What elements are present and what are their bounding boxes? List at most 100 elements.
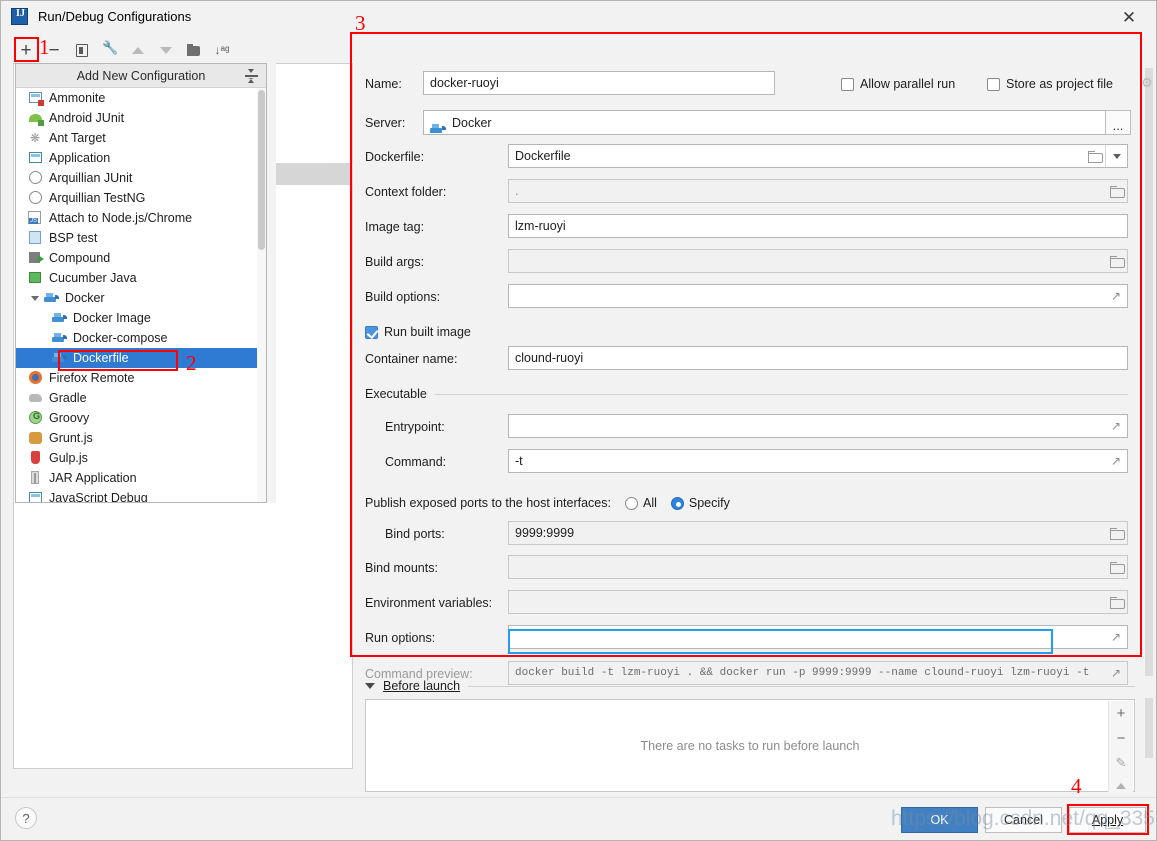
before-launch-remove-button[interactable]: − [1111, 730, 1131, 747]
run-options-expand-icon[interactable]: ↗ [1105, 626, 1127, 648]
configuration-type-item[interactable]: Groovy [16, 408, 266, 428]
configuration-type-item[interactable]: Docker Image [16, 308, 266, 328]
ok-button[interactable]: OK [901, 807, 978, 833]
bind-mounts-input[interactable] [508, 555, 1128, 579]
copy-configuration-button[interactable] [69, 38, 95, 62]
ammonite-icon [28, 90, 44, 106]
sort-configurations-button[interactable]: ↓ᵃᶢ [209, 38, 235, 62]
bind-ports-input[interactable]: 9999:9999 [508, 521, 1128, 545]
configuration-type-item[interactable]: Ammonite [16, 88, 266, 108]
new-folder-button[interactable] [181, 38, 207, 62]
collapse-expand-icon[interactable] [245, 68, 259, 84]
store-as-project-file-box[interactable] [987, 77, 1000, 91]
context-folder-browse-icon[interactable] [1105, 180, 1127, 202]
server-value: Docker [452, 115, 492, 130]
server-browse-button[interactable]: ... [1105, 110, 1131, 135]
publish-specify-radio-dot[interactable] [670, 496, 684, 510]
groovy-icon [28, 410, 44, 426]
command-expand-icon[interactable]: ↗ [1105, 450, 1127, 472]
build-options-expand-icon[interactable]: ↗ [1105, 285, 1127, 307]
popup-scrollbar-thumb[interactable] [258, 90, 265, 250]
publish-all-radio[interactable]: All [624, 496, 657, 510]
dockerfile-history-arrow[interactable] [1105, 145, 1127, 167]
configuration-type-item[interactable]: BSP test [16, 228, 266, 248]
configuration-type-item[interactable]: Arquillian JUnit [16, 168, 266, 188]
jar-icon [28, 470, 44, 486]
configuration-type-item[interactable]: Firefox Remote [16, 368, 266, 388]
configuration-type-item[interactable]: Android JUnit [16, 108, 266, 128]
name-input[interactable]: docker-ruoyi [423, 71, 775, 95]
allow-parallel-run-box[interactable] [841, 77, 854, 91]
apply-button[interactable]: Apply [1069, 807, 1146, 833]
name-value: docker-ruoyi [430, 76, 499, 90]
bsp-test-icon [28, 230, 44, 246]
dockerfile-input[interactable]: Dockerfile [508, 144, 1128, 168]
publish-specify-radio[interactable]: Specify [670, 496, 730, 510]
popup-scrollbar[interactable] [257, 88, 266, 502]
before-launch-header[interactable]: Before launch [365, 679, 1135, 693]
command-input[interactable]: -t ↗ [508, 449, 1128, 473]
allow-parallel-run-checkbox[interactable]: Allow parallel run [841, 72, 955, 96]
configuration-type-item[interactable]: Grunt.js [16, 428, 266, 448]
configuration-type-item[interactable]: ❋ Ant Target [16, 128, 266, 148]
tree-scrollbar[interactable] [267, 63, 276, 503]
run-built-image-box[interactable] [365, 325, 378, 339]
configuration-type-item[interactable]: Gulp.js [16, 448, 266, 468]
environment-variables-input[interactable] [508, 590, 1128, 614]
build-options-input[interactable]: ↗ [508, 284, 1128, 308]
dockerfile-browse-icon[interactable] [1083, 145, 1105, 167]
editor-scrollbar-thumb[interactable] [1145, 68, 1153, 676]
configuration-type-list[interactable]: Ammonite Android JUnit ❋ Ant Target Applicat… [16, 88, 266, 502]
configuration-type-item[interactable]: Attach to Node.js/Chrome [16, 208, 266, 228]
entrypoint-expand-icon[interactable]: ↗ [1105, 415, 1127, 437]
firefox-icon [28, 370, 44, 386]
move-down-button[interactable] [153, 38, 179, 62]
configuration-type-label: Attach to Node.js/Chrome [49, 211, 193, 225]
configuration-type-item[interactable]: Application [16, 148, 266, 168]
build-args-input[interactable] [508, 249, 1128, 273]
chevron-down-icon[interactable] [365, 683, 375, 689]
entrypoint-input[interactable]: ↗ [508, 414, 1128, 438]
build-options-label: Build options: [365, 290, 441, 304]
configuration-type-item[interactable]: JavaScript Debug [16, 488, 266, 502]
configuration-type-item[interactable]: Gradle [16, 388, 266, 408]
remove-configuration-button[interactable]: − [41, 38, 67, 62]
container-name-input[interactable]: clound-ruoyi [508, 346, 1128, 370]
edit-pencil-icon[interactable]: ✎ [1111, 755, 1131, 771]
configuration-type-label: Arquillian TestNG [49, 191, 146, 205]
edit-templates-button[interactable] [97, 38, 123, 62]
run-options-input[interactable]: ↗ [508, 625, 1128, 649]
configuration-type-item[interactable]: JAR Application [16, 468, 266, 488]
configuration-type-item[interactable]: Dockerfile [16, 348, 266, 368]
configuration-type-label: Application [49, 151, 111, 165]
before-launch-scrollbar-thumb[interactable] [1145, 698, 1153, 758]
image-tag-input[interactable]: lzm-ruoyi [508, 214, 1128, 238]
bind-ports-browse-icon[interactable] [1105, 522, 1127, 544]
configuration-type-item[interactable]: Docker-compose [16, 328, 266, 348]
ant-target-icon: ❋ [30, 131, 41, 145]
move-up-button[interactable] [125, 38, 151, 62]
before-launch-task-list[interactable]: There are no tasks to run before launch … [365, 699, 1135, 792]
configuration-type-label: Arquillian JUnit [49, 171, 133, 185]
add-configuration-button[interactable]: + [13, 38, 39, 62]
help-button[interactable]: ? [15, 807, 37, 829]
editor-scrollbar[interactable] [1144, 68, 1154, 758]
bind-mounts-browse-icon[interactable] [1105, 556, 1127, 578]
configuration-type-item[interactable]: Docker [16, 288, 266, 308]
configuration-type-item[interactable]: Compound [16, 248, 266, 268]
environment-variables-browse-icon[interactable] [1105, 591, 1127, 613]
close-icon[interactable]: ✕ [1118, 6, 1140, 28]
build-args-browse-icon[interactable] [1105, 250, 1127, 272]
publish-all-radio-dot[interactable] [624, 496, 638, 510]
store-as-project-file-checkbox[interactable]: Store as project file [987, 72, 1113, 96]
run-built-image-checkbox[interactable]: Run built image [365, 320, 471, 344]
chevron-down-icon[interactable] [30, 288, 40, 308]
context-folder-input[interactable]: . [508, 179, 1128, 203]
server-combobox[interactable]: Docker [423, 110, 1123, 135]
configuration-type-item[interactable]: Arquillian TestNG [16, 188, 266, 208]
cancel-button[interactable]: Cancel [985, 807, 1062, 833]
before-launch-add-button[interactable]: + [1111, 705, 1131, 722]
gear-icon[interactable]: ⚙ [1141, 75, 1156, 90]
configuration-type-item[interactable]: Cucumber Java [16, 268, 266, 288]
before-launch-move-up-button[interactable] [1111, 780, 1131, 792]
